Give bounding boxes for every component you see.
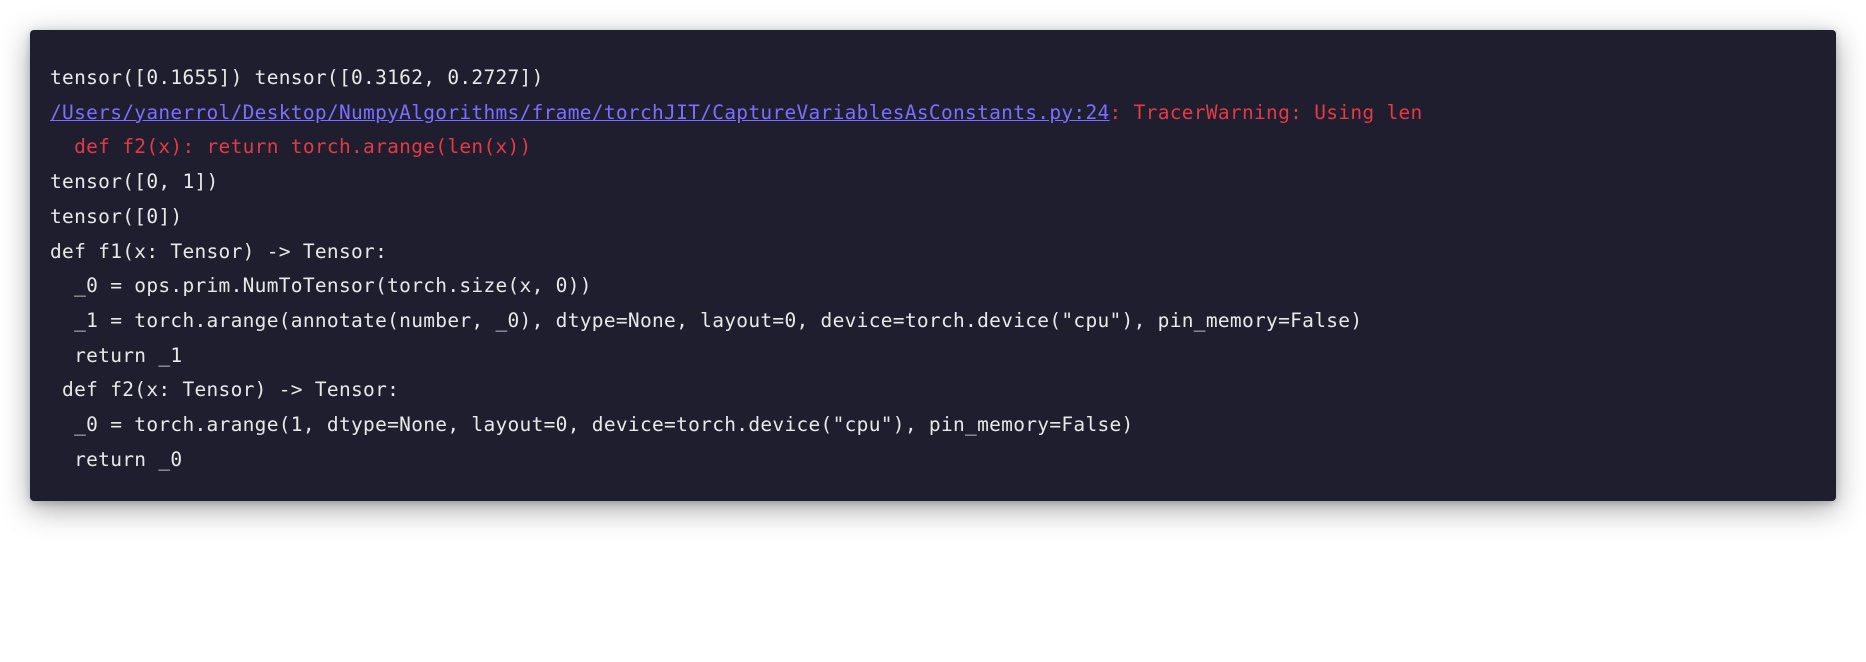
- output-text: return _1: [50, 344, 182, 367]
- terminal-output[interactable]: tensor([0.1655]) tensor([0.3162, 0.2727]…: [50, 61, 1816, 477]
- terminal-line: def f2(x: Tensor) -> Tensor:: [50, 373, 1816, 408]
- output-text: tensor([0]): [50, 205, 182, 228]
- terminal-window: , , , , , , , , , , , , , , , , , , , , …: [30, 30, 1836, 501]
- terminal-line: _0 = torch.arange(1, dtype=None, layout=…: [50, 408, 1816, 443]
- output-text: _0 = torch.arange(1, dtype=None, layout=…: [50, 413, 1134, 436]
- output-text: return _0: [50, 448, 182, 471]
- output-text: def f1(x: Tensor) -> Tensor:: [50, 240, 387, 263]
- terminal-line: tensor([0.1655]) tensor([0.3162, 0.2727]…: [50, 61, 1816, 96]
- terminal-line: def f1(x: Tensor) -> Tensor:: [50, 235, 1816, 270]
- output-text: _1 = torch.arange(annotate(number, _0), …: [50, 309, 1362, 332]
- truncated-line-fragment: , , , , , , , , , , , , , , , , , , , , …: [50, 48, 1816, 55]
- error-text: : TracerWarning: Using len: [1110, 101, 1423, 124]
- terminal-line: return _0: [50, 443, 1816, 478]
- terminal-line: _1 = torch.arange(annotate(number, _0), …: [50, 304, 1816, 339]
- file-path-link[interactable]: /Users/yanerrol/Desktop/NumpyAlgorithms/…: [50, 101, 1110, 124]
- terminal-line: /Users/yanerrol/Desktop/NumpyAlgorithms/…: [50, 96, 1816, 131]
- output-text: def f2(x: Tensor) -> Tensor:: [50, 378, 399, 401]
- terminal-line: return _1: [50, 339, 1816, 374]
- terminal-line: tensor([0, 1]): [50, 165, 1816, 200]
- output-text: _0 = ops.prim.NumToTensor(torch.size(x, …: [50, 274, 592, 297]
- terminal-line: def f2(x): return torch.arange(len(x)): [50, 130, 1816, 165]
- terminal-line: _0 = ops.prim.NumToTensor(torch.size(x, …: [50, 269, 1816, 304]
- output-text: tensor([0, 1]): [50, 170, 219, 193]
- output-text: tensor([0.1655]) tensor([0.3162, 0.2727]…: [50, 66, 544, 89]
- terminal-line: tensor([0]): [50, 200, 1816, 235]
- error-text: def f2(x): return torch.arange(len(x)): [50, 135, 532, 158]
